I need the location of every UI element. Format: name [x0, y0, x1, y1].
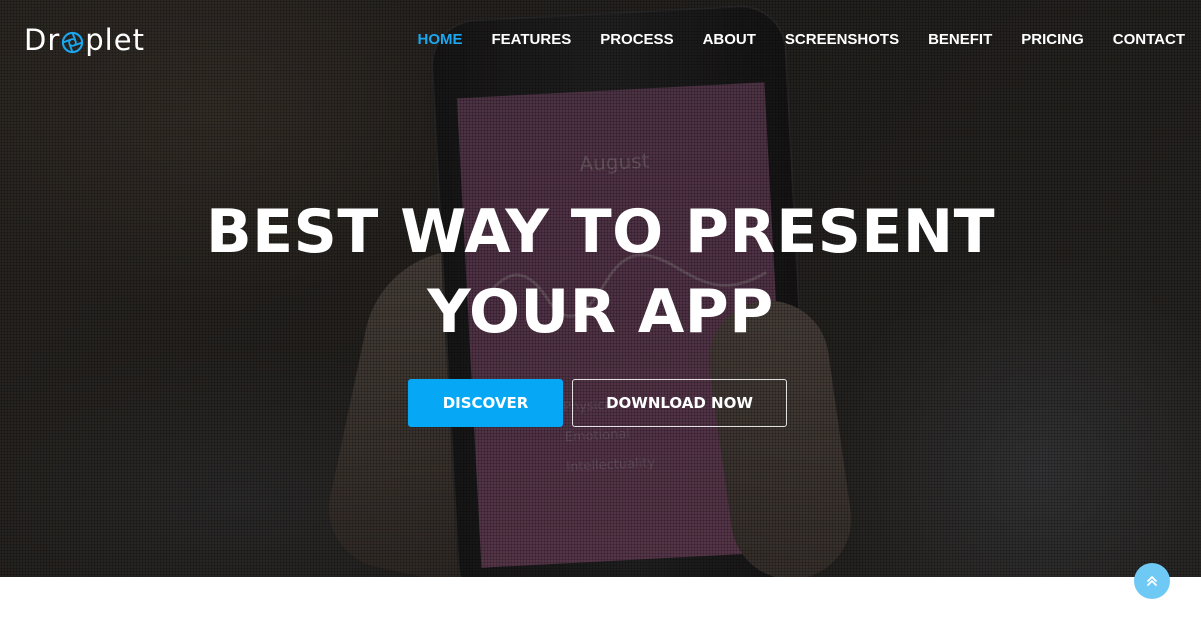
logo-text-prefix: Dr — [24, 23, 61, 57]
logo-text-suffix: plet — [85, 23, 145, 57]
hero-section: August Physical Emotional Intellectualit… — [0, 0, 1201, 577]
discover-button[interactable]: DISCOVER — [408, 379, 563, 427]
aperture-icon — [62, 31, 84, 53]
main-nav: HOME FEATURES PROCESS ABOUT SCREENSHOTS … — [388, 28, 1185, 50]
hero-headline-line-1: BEST WAY TO PRESENT — [205, 197, 996, 267]
download-now-button[interactable]: DOWNLOAD NOW — [572, 379, 787, 427]
scroll-to-top-button[interactable] — [1134, 563, 1170, 599]
hero-headline: BEST WAY TO PRESENT YOUR APP — [0, 192, 1201, 352]
nav-item-process[interactable]: PROCESS — [600, 31, 673, 48]
nav-item-features[interactable]: FEATURES — [491, 31, 571, 48]
nav-item-benefit[interactable]: BENEFIT — [928, 31, 992, 48]
hero-headline-line-2: YOUR APP — [427, 277, 774, 347]
double-chevron-up-icon — [1147, 576, 1157, 586]
nav-item-about[interactable]: ABOUT — [703, 31, 756, 48]
brand-logo[interactable]: Dr plet — [24, 20, 145, 60]
nav-item-pricing[interactable]: PRICING — [1021, 31, 1084, 48]
nav-item-contact[interactable]: CONTACT — [1113, 31, 1185, 48]
nav-item-screenshots[interactable]: SCREENSHOTS — [785, 31, 899, 48]
nav-item-home[interactable]: HOME — [417, 31, 462, 48]
